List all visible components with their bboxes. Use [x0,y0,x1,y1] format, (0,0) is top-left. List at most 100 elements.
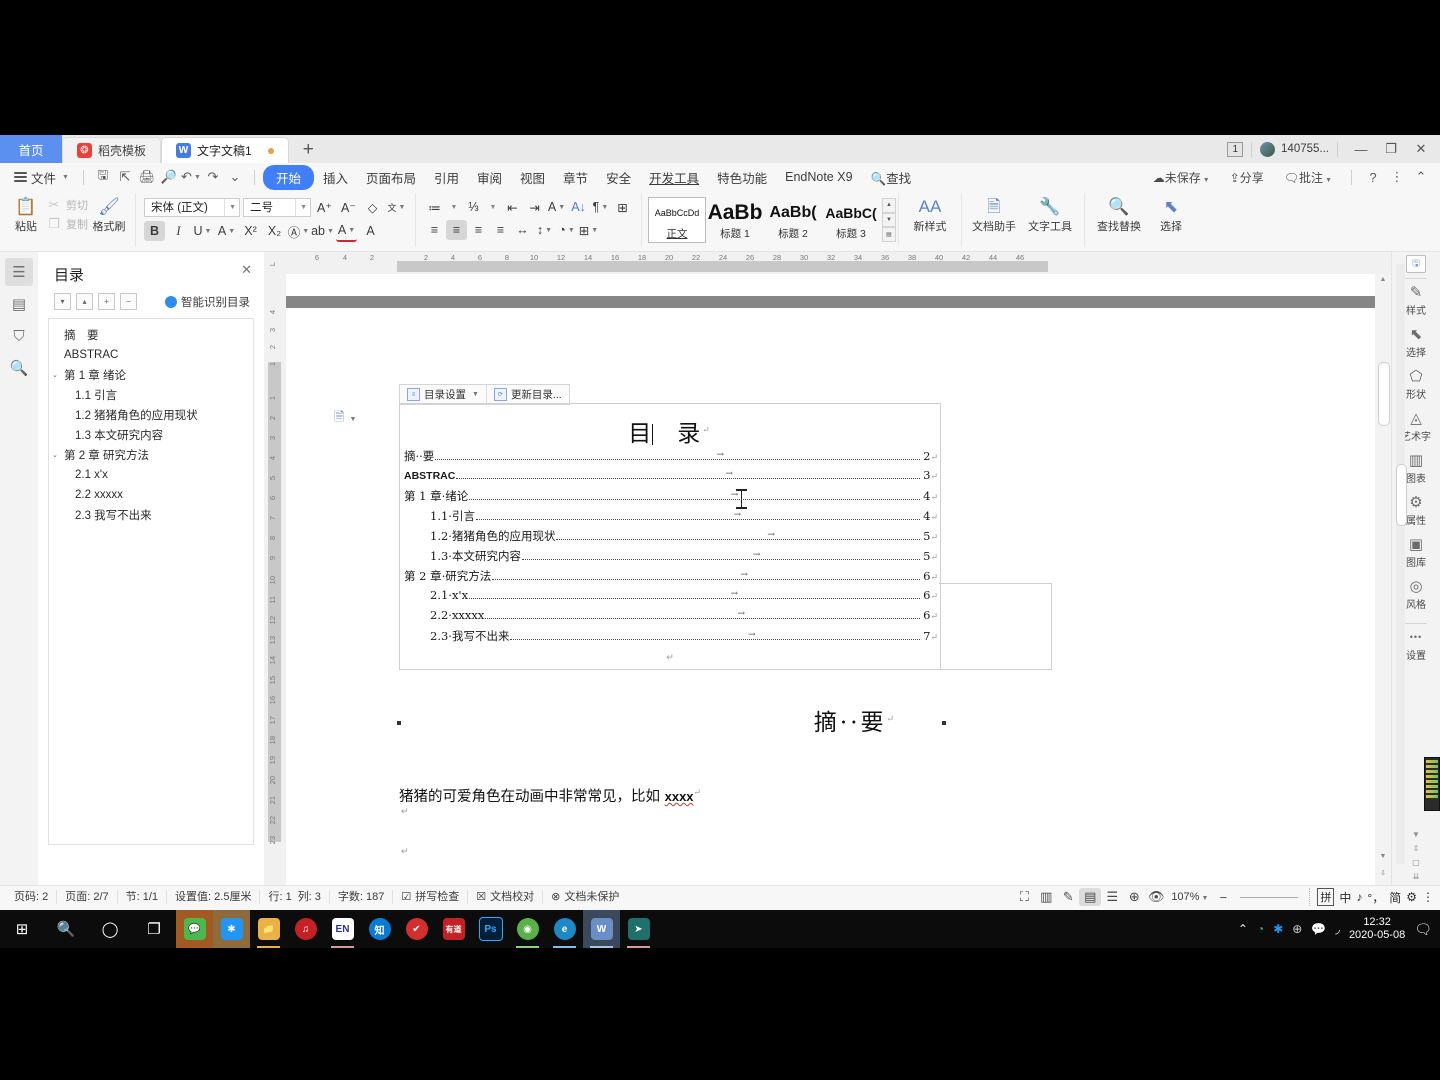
find-replace-button[interactable]: 🔍 查找替换 [1090,193,1148,234]
character-shading-button[interactable]: A [360,221,381,241]
redo-icon[interactable]: ↷ [202,167,224,187]
nav-item-2-2[interactable]: 2.2 xxxxx [49,485,253,505]
borders-button[interactable]: ⊞ ▼ [578,220,599,240]
tab-special-features[interactable]: 特色功能 [708,165,776,190]
column-indicator[interactable]: 列: 3 [294,890,330,904]
table-grid-button[interactable]: ⊞ [612,197,633,217]
toc-settings-button[interactable]: ≡ 目录设置 ▼ [400,385,486,404]
edit-icon[interactable]: ✎ [1057,888,1079,906]
styles-scroll-down-button[interactable]: ▼ [882,212,896,228]
app-teal-icon[interactable]: ➤ [620,910,657,948]
ime-chinese-mode[interactable]: 中 [1339,889,1351,906]
right-panel-scrollbar[interactable] [1396,264,1407,864]
panel-item-theme[interactable]: ◎ 风格 [1406,578,1426,611]
select-button[interactable]: ⬉ 选择 [1148,193,1194,234]
toc-entry-1[interactable]: ABSTRAC → 3 ↵ [400,468,940,488]
page-count[interactable]: 页面: 2/7 [57,890,118,904]
tab-view[interactable]: 视图 [511,165,554,190]
search-icon[interactable]: 🔍 [44,910,88,948]
nav-item-abstract-en[interactable]: ABSTRAC [49,345,253,365]
more-options-icon[interactable]: ⋮ [1386,167,1408,187]
strikethrough-button[interactable]: A ▼ [216,221,237,241]
print-preview-icon[interactable]: 🔎 [158,167,180,187]
web-view-icon[interactable]: ⊕ [1123,888,1145,906]
align-left-button[interactable]: ≡ [424,220,445,240]
superscript-button[interactable]: X² [240,221,261,241]
comment-button[interactable]: 🗨批注 ▼ [1275,166,1341,189]
sort-button[interactable]: A↓ [568,197,589,217]
tab-insert[interactable]: 插入 [314,165,357,190]
file-explorer-icon[interactable]: 📁 [250,910,287,948]
star-app-icon[interactable]: ✱ [213,910,250,948]
ime-sound-icon[interactable]: ♪ [1356,890,1362,904]
wps-icon[interactable]: W [583,910,620,948]
toc-entry-0[interactable]: 摘··要 → 2 ↵ [400,448,940,468]
style-heading3[interactable]: AaBbC( 标题 3 [822,197,880,243]
next-page-icon[interactable]: ⇩ [1375,869,1391,883]
distribute-button[interactable]: ↔ [512,220,533,240]
notification-icon[interactable]: 🗨 [1414,921,1432,938]
tab-start[interactable]: 开始 [262,164,314,190]
avatar[interactable] [1260,141,1276,157]
edge-icon[interactable]: e [546,910,583,948]
share-button[interactable]: ⇪分享 [1221,166,1273,189]
doc-protection-button[interactable]: ⊗ 文档未保护 [543,890,627,904]
toc-entry-9[interactable]: 2.3·我写不出来 → 7 ↵ [400,628,940,648]
tab-page-layout[interactable]: 页面布局 [357,165,425,190]
clear-format-icon[interactable]: ◇ [362,197,383,217]
fullscreen-icon[interactable]: ⛶ [1013,888,1035,906]
toc-entry-4[interactable]: 1.2·猪猪角色的应用现状 → 5 ↵ [400,528,940,548]
nav-outline-list[interactable]: 摘 要 ABSTRAC ⌄ 第 1 章 绪论 1.1 引言 1.2 猪猪角色的应用… [48,318,254,845]
bullets-button[interactable]: ≔ [424,197,445,217]
nav-item-chapter2[interactable]: ⌄ 第 2 章 研究方法 [49,445,253,465]
nav-item-2-3[interactable]: 2.3 我写不出来 [49,505,253,525]
paste-button[interactable]: 📋 粘贴 [5,193,47,234]
scrollbar-thumb[interactable] [1378,362,1390,426]
help-icon[interactable]: ? [1362,167,1384,187]
panel-item-select[interactable]: ⬉ 选择 [1406,326,1426,359]
nav-item-1-1[interactable]: 1.1 引言 [49,385,253,405]
save-icon[interactable]: 🖫 [92,167,114,187]
pinyin-guide-button[interactable]: 文 ▼ [386,197,407,217]
copy-button[interactable]: ❐ 复制 [47,216,88,232]
underline-button[interactable]: U ▼ [192,221,213,241]
new-tab-button[interactable]: + [289,137,328,163]
tab-home[interactable]: 首页 [0,135,62,163]
style-heading2[interactable]: AaBb( 标题 2 [764,197,822,243]
tab-references[interactable]: 引用 [425,165,468,190]
doc-assistant-button[interactable]: 🗎 文档助手 [967,193,1021,234]
tab-developer-tools[interactable]: 开发工具 [640,165,708,190]
text-tools-button[interactable]: 🔧 文字工具 [1021,193,1079,234]
bookmark-icon[interactable]: ⛉ [5,322,33,350]
italic-button[interactable]: I [168,221,189,241]
wechat-taskbar-icon[interactable]: 💬 [176,910,213,948]
endnote-icon[interactable]: EN [324,910,361,948]
scrollbar-thumb[interactable] [1396,464,1407,526]
align-center-button[interactable]: ≡ [446,220,467,240]
font-color-button[interactable]: A ▼ [336,220,357,242]
panel-item-properties[interactable]: ⚙ 属性 [1406,494,1426,527]
search-button[interactable]: 🔍查找 [862,165,921,190]
tab-endnote[interactable]: EndNote X9 [776,167,861,187]
nav-item-2-1[interactable]: 2.1 x'x [49,465,253,485]
collapse-ribbon-icon[interactable]: ⌃ [1410,167,1432,187]
line-spacing-button[interactable]: ↕ ▼ [534,220,555,240]
zoom-level[interactable]: 107% ▼ [1167,891,1212,903]
ime-punct-icon[interactable]: °， [1367,889,1384,906]
ime-more-icon[interactable]: ⋮ [1422,890,1434,904]
outline-view-icon[interactable]: ☰ [1101,888,1123,906]
customize-toolbar-icon[interactable]: ⌄ [224,167,246,187]
align-icon[interactable]: ⇳ [1413,844,1420,853]
wechat-tray-icon[interactable]: 💬 [1311,922,1326,936]
star-tray-icon[interactable]: ✱ [1273,922,1283,936]
chevron-down-icon[interactable]: ▼ [485,197,501,217]
double-down-icon[interactable]: ⇊ [1413,872,1420,881]
spell-check-button[interactable]: ☑ 拼写检查 [393,890,469,904]
youdao-icon[interactable]: 有道 [435,910,472,948]
notification-count-badge[interactable]: 1 [1227,141,1244,157]
unsaved-status-button[interactable]: ☁未保存 ▼ [1144,166,1219,189]
margin-value[interactable]: 设置值: 2.5厘米 [167,890,261,904]
shading-button[interactable]: ◔ ▼ [556,220,577,240]
toc-entry-6[interactable]: 第 2 章·研究方法 → 6 ↵ [400,568,940,588]
panel-item-styles[interactable]: ✎ 样式 [1406,284,1426,317]
